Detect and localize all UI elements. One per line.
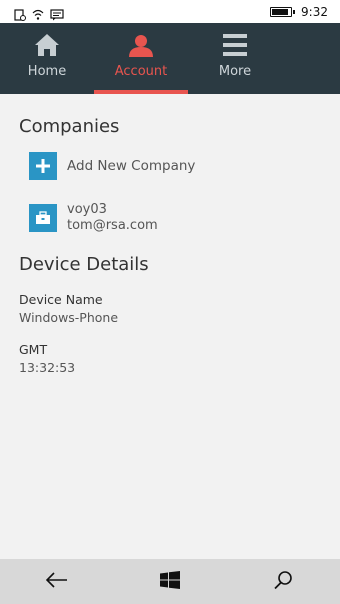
status-time: 9:32 [301, 4, 328, 19]
message-icon [50, 6, 64, 20]
add-company-button[interactable]: Add New Company [29, 152, 195, 180]
top-navigation: Home Account More [0, 23, 340, 94]
company-item[interactable]: voy03 tom@rsa.com [29, 202, 158, 234]
nav-item-more[interactable]: More [188, 23, 282, 94]
briefcase-icon [29, 204, 57, 232]
nav-label-more: More [218, 64, 252, 79]
menu-icon [221, 31, 249, 59]
search-button[interactable] [253, 559, 313, 604]
active-tab-indicator [94, 90, 188, 94]
back-arrow-icon [45, 571, 68, 592]
gmt-label: GMT [19, 342, 48, 357]
device-name-value: Windows-Phone [19, 310, 119, 325]
search-icon [273, 570, 293, 594]
system-navigation-bar [0, 559, 340, 604]
notification-phone-icon [14, 6, 26, 21]
device-details-heading: Device Details [19, 254, 149, 275]
back-button[interactable] [27, 559, 87, 604]
windows-logo-icon [159, 570, 180, 593]
person-icon [127, 31, 155, 59]
home-icon [33, 31, 61, 59]
add-company-label: Add New Company [67, 158, 196, 174]
nav-label-home: Home [27, 64, 67, 79]
nav-label-account: Account [114, 64, 168, 79]
gmt-value: 13:32:53 [19, 360, 76, 375]
start-button[interactable] [140, 559, 200, 604]
companies-heading: Companies [19, 116, 120, 137]
company-name: voy03 [67, 202, 107, 217]
plus-icon [29, 152, 57, 180]
device-name-label: Device Name [19, 292, 103, 307]
wifi-icon [32, 6, 44, 20]
battery-icon [270, 6, 296, 17]
nav-item-account[interactable]: Account [94, 23, 188, 94]
status-bar: 9:32 [0, 0, 340, 23]
company-email: tom@rsa.com [67, 218, 158, 233]
nav-item-home[interactable]: Home [0, 23, 94, 94]
